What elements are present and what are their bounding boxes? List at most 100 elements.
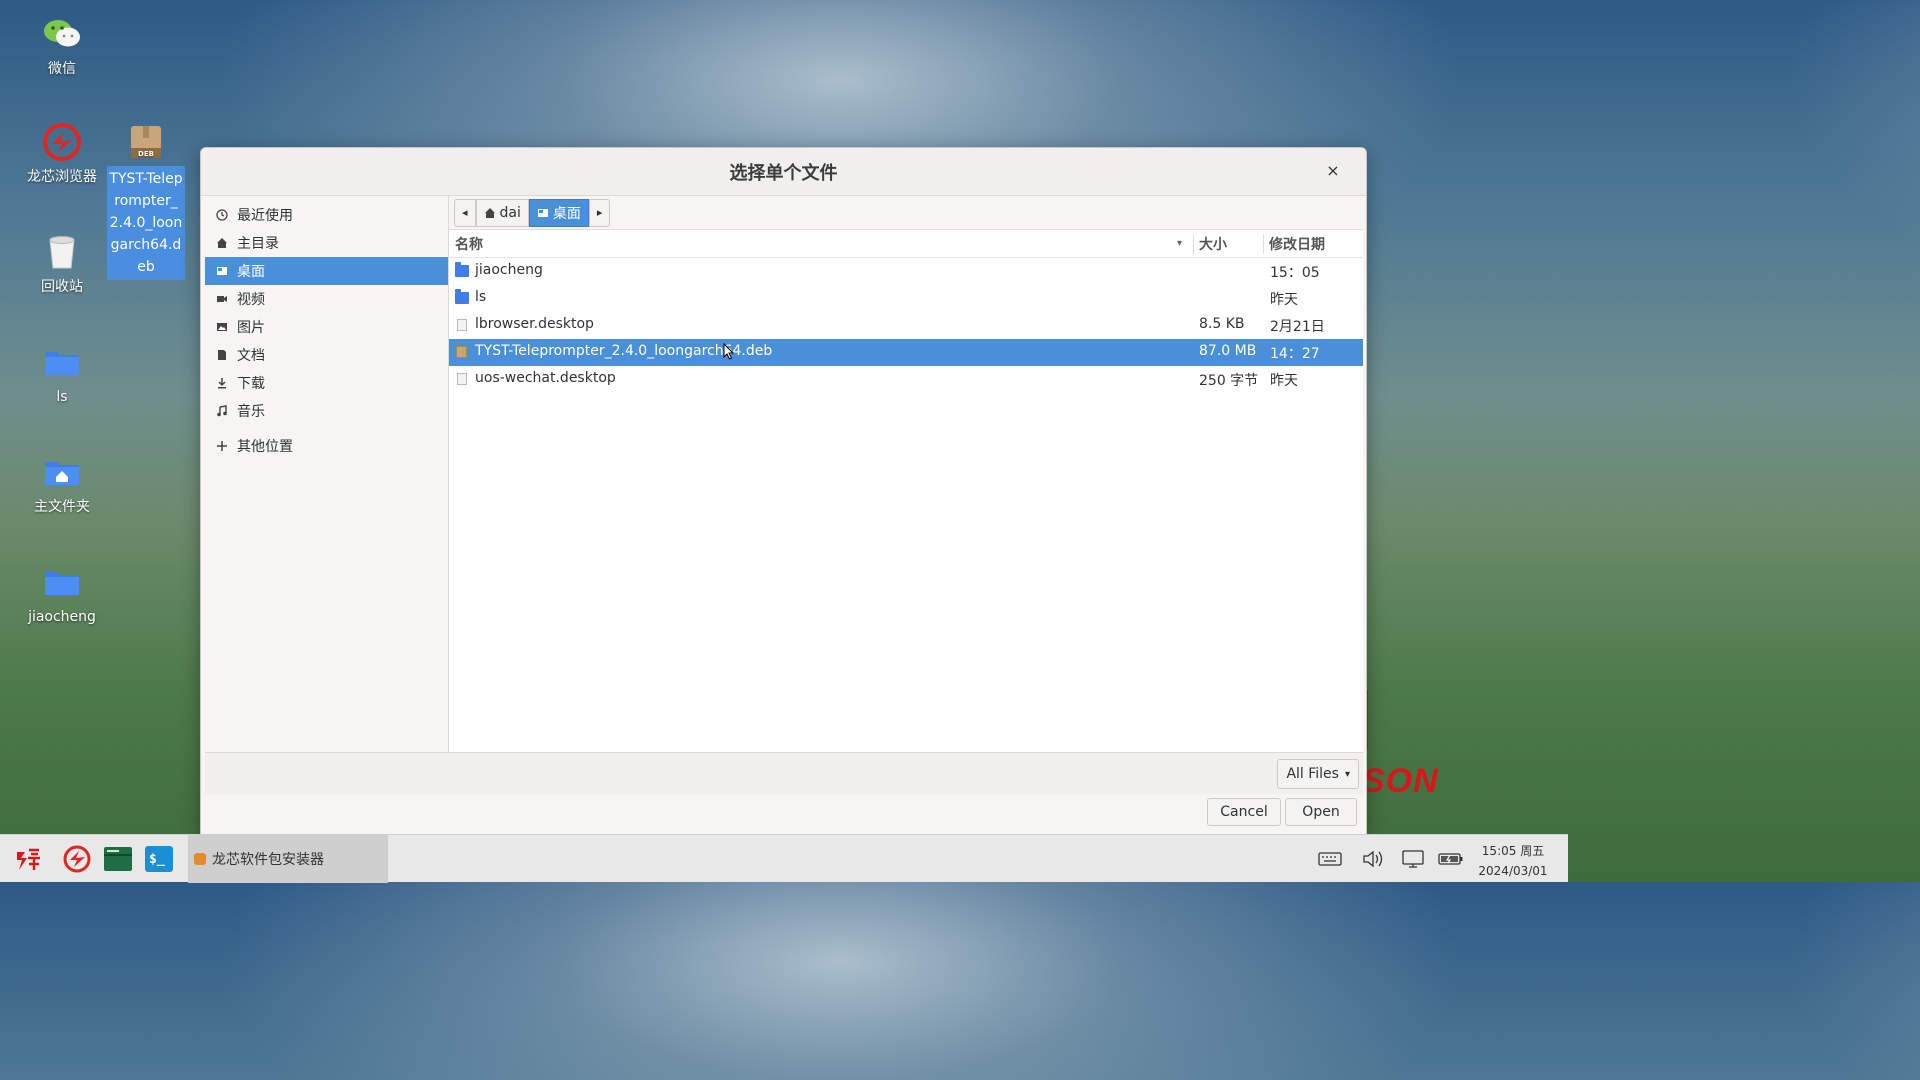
path-home-label: dai bbox=[499, 204, 521, 221]
file-name: uos-wechat.desktop bbox=[475, 370, 616, 386]
sidebar-item-desktop[interactable]: 桌面 bbox=[205, 257, 448, 285]
path-button-desktop[interactable]: 桌面 bbox=[528, 198, 589, 227]
file-size: 250 字节 bbox=[1199, 373, 1259, 389]
places-sidebar: 最近使用 主目录 桌面 视频 图片 文档 下载 音乐 其他位置 bbox=[205, 196, 449, 752]
file-name: ls bbox=[475, 289, 487, 305]
task-label: 龙芯软件包安装器 bbox=[212, 852, 324, 868]
loongson-browser-icon bbox=[63, 845, 91, 873]
download-icon bbox=[215, 376, 229, 390]
file-row[interactable]: lbrowser.desktop 8.5 KB 2月21日 bbox=[449, 312, 1363, 339]
dialog-title: 选择单个文件 bbox=[729, 162, 838, 184]
desktop-icon-label: ls bbox=[56, 389, 68, 405]
path-button-home[interactable]: dai bbox=[475, 198, 529, 227]
folder-icon bbox=[455, 262, 469, 277]
desktop-icon-deb-file[interactable]: DEB TYST-Teleprompter_2.4.0_loongarch64.… bbox=[107, 122, 185, 280]
file-row[interactable]: ls 昨天 bbox=[449, 285, 1363, 312]
desktop-icon-label: 微信 bbox=[48, 61, 76, 77]
desktop-icon-label: jiaocheng bbox=[28, 609, 96, 625]
path-bar: ◂ dai 桌面 ▸ bbox=[449, 196, 1363, 230]
open-button[interactable]: Open bbox=[1285, 798, 1357, 826]
desktop-icon-loongson-browser[interactable]: 龙芯浏览器 bbox=[22, 122, 102, 188]
sidebar-item-other-locations[interactable]: 其他位置 bbox=[205, 432, 448, 460]
desktop-icon-ls-folder[interactable]: ls bbox=[22, 342, 102, 408]
taskbar-clock[interactable]: 15:05 周五 2024/03/01 bbox=[1474, 841, 1552, 881]
file-view: ◂ dai 桌面 ▸ 名称 ▾ 大小 修改日期 jiaocheng 15：05 … bbox=[449, 196, 1363, 752]
sidebar-item-music[interactable]: 音乐 bbox=[205, 397, 448, 425]
desktop-file-icon bbox=[457, 373, 467, 385]
file-row[interactable]: uos-wechat.desktop 250 字节 昨天 bbox=[449, 366, 1363, 393]
display-icon[interactable] bbox=[1400, 847, 1426, 871]
desktop-icon-jiaocheng-folder[interactable]: jiaocheng bbox=[22, 562, 102, 628]
sidebar-item-label: 桌面 bbox=[237, 264, 265, 280]
dialog-actions: Cancel Open bbox=[205, 794, 1363, 834]
desktop-icon bbox=[537, 208, 548, 217]
sidebar-item-documents[interactable]: 文档 bbox=[205, 341, 448, 369]
file-size: 87.0 MB bbox=[1199, 343, 1257, 359]
chevron-left-icon: ◂ bbox=[462, 206, 468, 219]
sidebar-item-downloads[interactable]: 下载 bbox=[205, 369, 448, 397]
sidebar-item-pictures[interactable]: 图片 bbox=[205, 313, 448, 341]
taskbar-file-manager[interactable] bbox=[102, 843, 134, 875]
desktop-icon-trash[interactable]: 回收站 bbox=[22, 232, 102, 298]
sort-descending-icon[interactable]: ▾ bbox=[1177, 238, 1182, 249]
sidebar-item-label: 视频 bbox=[237, 292, 265, 308]
deb-package-icon: DEB bbox=[131, 126, 161, 158]
volume-icon[interactable] bbox=[1360, 847, 1386, 871]
battery-icon[interactable] bbox=[1438, 847, 1464, 871]
clock-icon bbox=[215, 208, 229, 222]
desktop-icon-wechat[interactable]: 微信 bbox=[22, 14, 102, 80]
taskbar-browser[interactable] bbox=[61, 843, 93, 875]
folder-icon bbox=[45, 572, 79, 595]
file-row[interactable]: jiaocheng 15：05 bbox=[449, 258, 1363, 285]
desktop-icon-label: 龙芯浏览器 bbox=[27, 169, 97, 185]
file-row-selected[interactable]: TYST-Teleprompter_2.4.0_loongarch64.deb … bbox=[449, 339, 1363, 366]
desktop-icon-label: TYST-Teleprompter_2.4.0_loongarch64.deb bbox=[107, 166, 185, 280]
start-menu-button[interactable] bbox=[12, 843, 44, 875]
sidebar-item-videos[interactable]: 视频 bbox=[205, 285, 448, 313]
desktop-icon bbox=[215, 264, 229, 278]
sidebar-item-label: 其他位置 bbox=[237, 439, 293, 455]
dialog-titlebar: 选择单个文件 × bbox=[201, 148, 1366, 196]
taskbar-task-package-installer[interactable]: 龙芯软件包安装器 bbox=[188, 835, 388, 883]
path-back-button[interactable]: ◂ bbox=[454, 198, 476, 227]
sidebar-item-recent[interactable]: 最近使用 bbox=[205, 201, 448, 229]
close-icon[interactable]: × bbox=[1322, 160, 1344, 182]
mouse-cursor-icon bbox=[723, 343, 735, 360]
sidebar-item-home[interactable]: 主目录 bbox=[205, 229, 448, 257]
file-modified: 15：05 bbox=[1270, 265, 1320, 281]
sidebar-item-label: 下载 bbox=[237, 376, 265, 392]
home-folder-icon bbox=[45, 462, 79, 485]
path-forward-button[interactable]: ▸ bbox=[588, 198, 611, 227]
column-modified[interactable]: 修改日期 bbox=[1269, 234, 1325, 254]
deb-package-icon bbox=[456, 346, 467, 358]
sidebar-item-label: 图片 bbox=[237, 320, 265, 336]
taskbar-terminal[interactable]: $_ bbox=[143, 843, 175, 875]
plus-icon bbox=[215, 439, 229, 453]
sidebar-item-label: 主目录 bbox=[237, 236, 279, 252]
column-name[interactable]: 名称 bbox=[455, 234, 483, 254]
file-name: lbrowser.desktop bbox=[475, 316, 594, 332]
file-modified: 14：27 bbox=[1270, 346, 1320, 362]
sidebar-item-label: 文档 bbox=[237, 348, 265, 364]
column-size[interactable]: 大小 bbox=[1199, 234, 1227, 254]
clock-time: 15:05 周五 bbox=[1481, 844, 1545, 858]
path-current-label: 桌面 bbox=[552, 205, 581, 222]
file-modified: 2月21日 bbox=[1270, 319, 1325, 335]
file-name: jiaocheng bbox=[475, 262, 543, 278]
chevron-right-icon: ▸ bbox=[596, 206, 603, 219]
package-installer-icon bbox=[194, 853, 206, 865]
file-type-filter[interactable]: All Files ▾ bbox=[1277, 759, 1359, 789]
image-icon bbox=[215, 320, 229, 334]
file-chooser-dialog: 选择单个文件 × 最近使用 主目录 桌面 视频 图片 文档 下载 音乐 其他位置… bbox=[200, 147, 1367, 835]
keyboard-icon[interactable] bbox=[1317, 847, 1343, 871]
folder-icon bbox=[455, 289, 469, 304]
document-icon bbox=[215, 348, 229, 362]
chevron-down-icon: ▾ bbox=[1344, 768, 1350, 780]
cancel-button[interactable]: Cancel bbox=[1207, 798, 1281, 826]
wallpaper-brand-text: SON bbox=[1362, 762, 1439, 800]
taskbar: $_ 龙芯软件包安装器 15:05 周五 2024/03/01 bbox=[0, 834, 1568, 883]
desktop-icon-home-folder[interactable]: 主文件夹 bbox=[22, 452, 102, 518]
deb-badge: DEB bbox=[138, 150, 154, 158]
folder-icon bbox=[45, 352, 79, 375]
desktop-icon-label: 回收站 bbox=[41, 279, 83, 295]
